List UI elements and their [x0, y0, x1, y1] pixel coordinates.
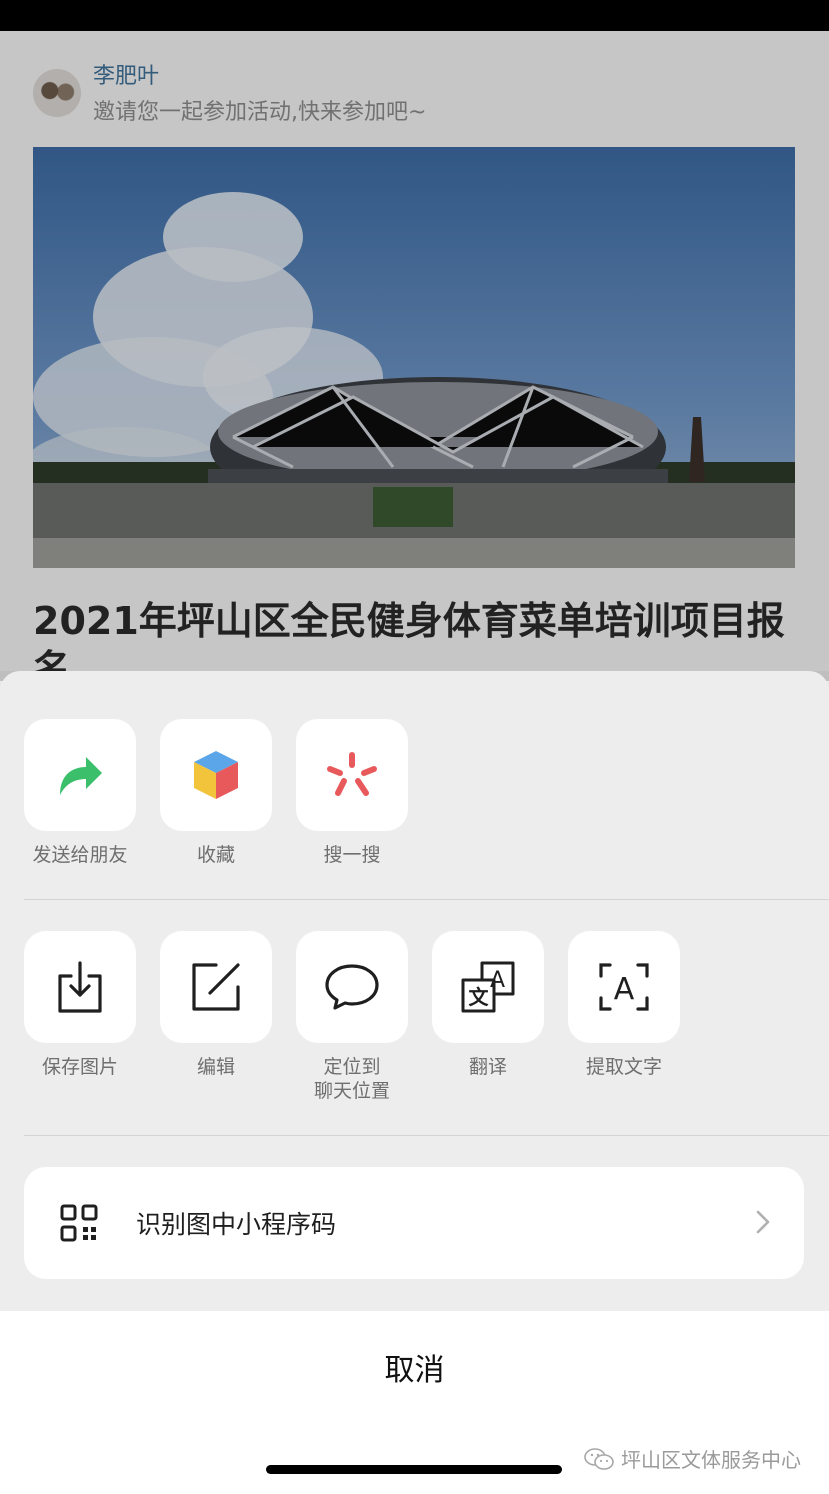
extract-text-button[interactable]: A — [568, 931, 680, 1043]
save-image-button[interactable] — [24, 931, 136, 1043]
locate-in-chat-label-line2: 聊天位置 — [313, 1080, 390, 1102]
locate-in-chat-button[interactable] — [296, 931, 408, 1043]
svg-text:A: A — [614, 972, 635, 1007]
chevron-right-icon — [756, 1210, 770, 1234]
watermark-text: 坪山区文体服务中心 — [621, 1448, 801, 1472]
home-indicator[interactable] — [266, 1465, 562, 1474]
scan-miniprogram-code-label: 识别图中小程序码 — [136, 1210, 337, 1239]
translate-icon: A 文 — [461, 961, 515, 1013]
send-to-friend-label: 发送给朋友 — [32, 844, 128, 866]
share-forward-icon — [60, 757, 102, 795]
favorite-button[interactable] — [160, 719, 272, 831]
scan-miniprogram-code-button[interactable]: 识别图中小程序码 — [24, 1167, 804, 1279]
action-sheet: 发送给朋友 收藏 搜一搜 保存图片 编辑 定位到 聊天位置 A 文 翻译 A 提… — [0, 671, 829, 1311]
send-to-friend-button[interactable] — [24, 719, 136, 831]
extract-text-label: 提取文字 — [585, 1056, 662, 1078]
watermark: 坪山区文体服务中心 — [583, 1444, 801, 1473]
save-image-label: 保存图片 — [41, 1056, 118, 1078]
edit-button[interactable] — [160, 931, 272, 1043]
search-button[interactable] — [296, 719, 408, 831]
edit-pencil-icon — [192, 963, 240, 1011]
svg-text:文: 文 — [469, 985, 490, 1009]
divider — [24, 1135, 829, 1136]
status-bar — [0, 0, 829, 31]
translate-label: 翻译 — [468, 1056, 507, 1078]
divider — [24, 899, 829, 900]
qr-code-icon — [60, 1204, 98, 1242]
cancel-button[interactable]: 取消 — [0, 1345, 829, 1389]
dim-overlay[interactable] — [0, 31, 829, 681]
search-spark-icon — [327, 752, 377, 796]
favorite-cube-icon — [194, 751, 238, 799]
chat-bubble-icon — [325, 964, 379, 1010]
extract-text-icon: A — [599, 963, 649, 1011]
locate-in-chat-label-line1: 定位到 — [323, 1056, 381, 1078]
edit-label: 编辑 — [196, 1056, 235, 1078]
wechat-logo-icon — [584, 1447, 614, 1470]
search-label: 搜一搜 — [323, 844, 381, 866]
svg-text:A: A — [490, 968, 505, 993]
translate-button[interactable]: A 文 — [432, 931, 544, 1043]
save-download-icon — [58, 961, 102, 1013]
cancel-area: 取消 坪山区文体服务中心 — [0, 1311, 829, 1494]
favorite-label: 收藏 — [196, 844, 235, 866]
